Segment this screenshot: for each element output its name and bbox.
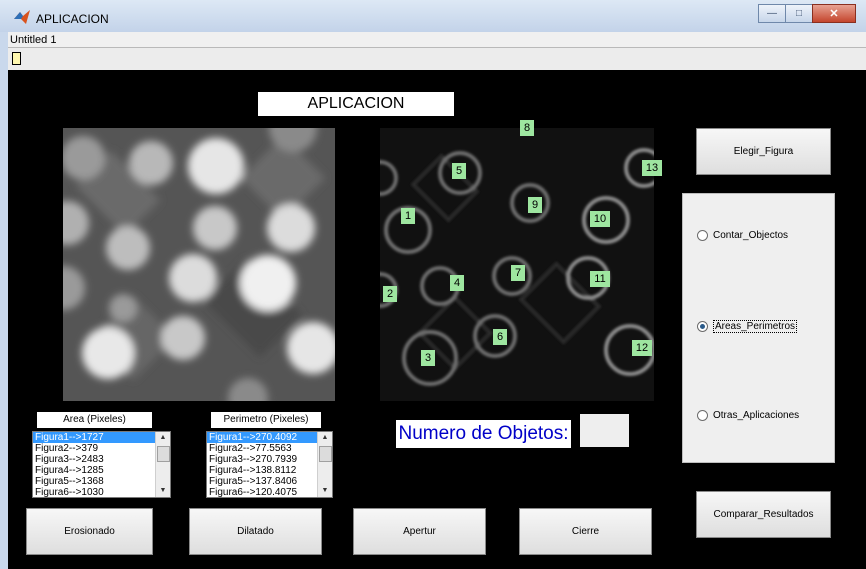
scroll-down-icon[interactable]: ▼ [156,485,170,497]
scroll-thumb[interactable] [157,446,170,462]
title-bar: APLICACION — □ ✕ [0,0,866,32]
toolbar [8,48,866,71]
radio-button-icon[interactable] [697,230,708,241]
object-label-10: 10 [590,211,610,227]
perimetro-listbox[interactable]: Figura1-->270.4092 Figura2-->77.5563 Fig… [206,431,333,498]
window-border [0,32,8,569]
object-label-1: 1 [401,208,415,224]
object-count-value [580,414,629,447]
radio-button-icon[interactable] [697,410,708,421]
area-list-header: Area (Pixeles) [37,412,152,428]
app-title: APLICACION [258,92,454,116]
radio-otras-aplicaciones[interactable]: Otras_Aplicaciones [697,410,799,421]
maximize-icon[interactable]: □ [785,4,813,23]
radio-areas-perimetros[interactable]: Areas_Perimetros [697,320,798,333]
radio-contar-objectos[interactable]: Contar_Objectos [697,230,788,241]
list-item[interactable]: Figura1-->1727 [33,432,170,443]
scroll-up-icon[interactable]: ▲ [156,432,170,444]
list-item[interactable]: Figura2-->379 [33,443,170,454]
comparar-resultados-button[interactable]: Comparar_Resultados [696,491,831,538]
original-image [63,128,335,401]
list-item[interactable]: Figura4-->1285 [33,465,170,476]
perimetro-list-header: Perimetro (Pixeles) [211,412,321,428]
list-item[interactable]: Figura1-->270.4092 [207,432,332,443]
list-item[interactable]: Figura3-->2483 [33,454,170,465]
object-label-9: 9 [528,197,542,213]
minimize-icon[interactable]: — [758,4,786,23]
window-controls: — □ ✕ [758,4,856,23]
object-label-4: 4 [450,275,464,291]
scroll-thumb[interactable] [319,446,332,462]
list-item[interactable]: Figura2-->77.5563 [207,443,332,454]
scroll-down-icon[interactable]: ▼ [318,485,332,497]
list-item[interactable]: Figura5-->1368 [33,476,170,487]
object-count-label: Numero de Objetos: [396,420,571,448]
new-figure-icon[interactable] [12,52,21,65]
object-label-5: 5 [452,163,466,179]
object-label-13: 13 [642,160,662,176]
area-listbox[interactable]: Figura1-->1727 Figura2-->379 Figura3-->2… [32,431,171,498]
list-item[interactable]: Figura3-->270.7939 [207,454,332,465]
object-label-11: 11 [590,271,610,287]
cierre-button[interactable]: Cierre [519,508,652,555]
close-icon[interactable]: ✕ [812,4,856,23]
radio-label: Areas_Perimetros [713,320,798,333]
list-item[interactable]: Figura5-->137.8406 [207,476,332,487]
list-item[interactable]: Figura6-->120.4075 [207,487,332,497]
grayscale-blob-image [63,128,335,401]
object-label-3: 3 [421,350,435,366]
matlab-logo-icon [14,10,30,24]
radio-label: Otras_Aplicaciones [713,410,800,421]
scrollbar[interactable]: ▲ ▼ [155,432,170,497]
list-item[interactable]: Figura6-->1030 [33,487,170,497]
scrollbar[interactable]: ▲ ▼ [317,432,332,497]
object-label-2: 2 [383,286,397,302]
radio-button-selected-icon[interactable] [697,321,708,332]
scroll-up-icon[interactable]: ▲ [318,432,332,444]
menu-untitled[interactable]: Untitled 1 [10,34,56,46]
object-label-8: 8 [520,120,534,136]
list-item[interactable]: Figura4-->138.8112 [207,465,332,476]
apertur-button[interactable]: Apertur [353,508,486,555]
options-panel: Contar_Objectos Areas_Perimetros Otras_A… [682,193,835,463]
object-label-12: 12 [632,340,652,356]
erosionado-button[interactable]: Erosionado [26,508,153,555]
radio-label: Contar_Objectos [713,230,789,241]
object-label-7: 7 [511,265,525,281]
object-label-6: 6 [493,329,507,345]
window-title: APLICACION [36,12,109,26]
menu-bar: Untitled 1 [8,32,866,48]
elegir-figura-button[interactable]: Elegir_Figura [696,128,831,175]
dilatado-button[interactable]: Dilatado [189,508,322,555]
